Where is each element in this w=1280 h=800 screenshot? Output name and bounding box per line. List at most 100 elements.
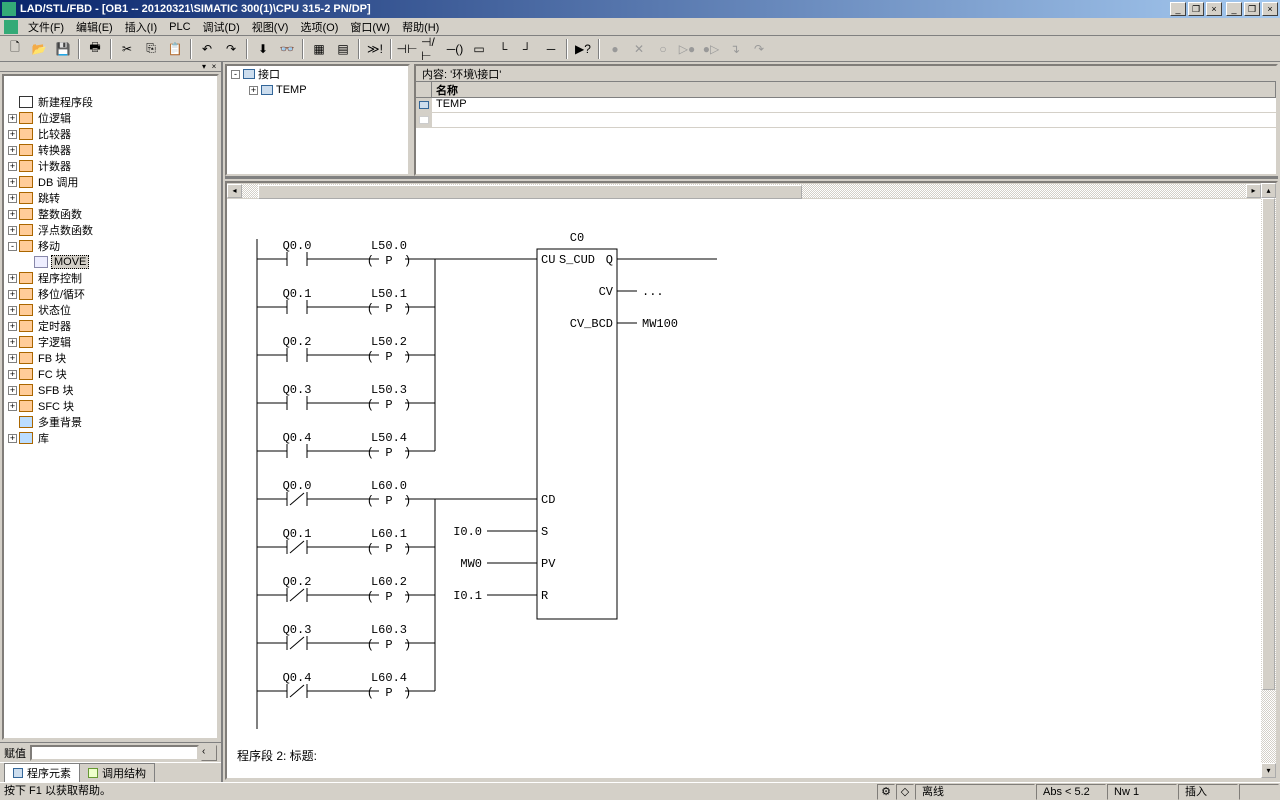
tree-item[interactable]: +字逻辑 bbox=[4, 334, 217, 350]
folder-icon bbox=[19, 208, 33, 220]
tree-item[interactable]: +库 bbox=[4, 430, 217, 446]
horizontal-scrollbar[interactable]: ◂ ▸ bbox=[227, 183, 1261, 199]
menu-insert[interactable]: 插入(I) bbox=[119, 19, 163, 35]
tree-item[interactable]: +定时器 bbox=[4, 318, 217, 334]
bp-set-button[interactable]: ● bbox=[604, 38, 626, 60]
tree-item[interactable]: +DB 调用 bbox=[4, 174, 217, 190]
vertical-scrollbar[interactable]: ▴ ▾ bbox=[1261, 183, 1276, 778]
tree-item[interactable]: +移位/循环 bbox=[4, 286, 217, 302]
mdi-restore-button[interactable]: ❐ bbox=[1188, 2, 1204, 16]
bp-enable-button[interactable]: ○ bbox=[652, 38, 674, 60]
branch-open-button[interactable]: └ bbox=[492, 38, 514, 60]
copy-button[interactable]: ⎘ bbox=[140, 38, 162, 60]
tree-item[interactable]: +状态位 bbox=[4, 302, 217, 318]
menu-edit[interactable]: 编辑(E) bbox=[70, 19, 119, 35]
tree-item[interactable]: +位逻辑 bbox=[4, 110, 217, 126]
scroll-left-button[interactable]: ◂ bbox=[227, 184, 242, 198]
interface-table-body[interactable]: TEMP bbox=[416, 98, 1276, 174]
print-button[interactable]: 🖶 bbox=[84, 38, 106, 60]
table-row[interactable]: TEMP bbox=[416, 98, 1276, 113]
new-button[interactable]: 🗋 bbox=[4, 38, 26, 60]
help-pointer-button[interactable]: ▶? bbox=[572, 38, 594, 60]
tree-item[interactable]: +比较器 bbox=[4, 126, 217, 142]
status-insert: 插入 bbox=[1178, 784, 1238, 800]
tree-item[interactable]: MOVE bbox=[4, 254, 217, 270]
box-button[interactable]: ▭ bbox=[468, 38, 490, 60]
menu-debug[interactable]: 调试(D) bbox=[197, 19, 246, 35]
tree-item[interactable]: +整数函数 bbox=[4, 206, 217, 222]
right-panel: -接口 +TEMP 内容: '环境\接口' 名称 TEMP ◂ ▸ bbox=[223, 62, 1280, 782]
tab-call-structure[interactable]: 调用结构 bbox=[79, 763, 155, 782]
interface-tree[interactable]: -接口 +TEMP bbox=[225, 64, 410, 176]
tree-item[interactable]: +转换器 bbox=[4, 142, 217, 158]
svg-text:P: P bbox=[385, 590, 392, 604]
redo-button[interactable]: ↷ bbox=[220, 38, 242, 60]
tab-program-elements[interactable]: 程序元素 bbox=[4, 763, 80, 782]
bp-delete-button[interactable]: ✕ bbox=[628, 38, 650, 60]
tree-item[interactable]: +SFB 块 bbox=[4, 382, 217, 398]
save-button[interactable]: 💾 bbox=[52, 38, 74, 60]
tree-item[interactable]: +程序控制 bbox=[4, 270, 217, 286]
menu-options[interactable]: 选项(O) bbox=[294, 19, 344, 35]
monitor-button[interactable]: 👓 bbox=[276, 38, 298, 60]
contact-nc-button[interactable]: ⊣/⊢ bbox=[420, 38, 442, 60]
menu-help[interactable]: 帮助(H) bbox=[396, 19, 445, 35]
menu-window[interactable]: 窗口(W) bbox=[344, 19, 396, 35]
tree-item[interactable]: 多重背景 bbox=[4, 414, 217, 430]
menu-file[interactable]: 文件(F) bbox=[22, 19, 70, 35]
undo-button[interactable]: ↶ bbox=[196, 38, 218, 60]
goto-button[interactable]: ≫! bbox=[364, 38, 386, 60]
branch-close-button[interactable]: ┘ bbox=[516, 38, 538, 60]
contact-no-button[interactable]: ⊣⊢ bbox=[396, 38, 418, 60]
cut-button[interactable]: ✂ bbox=[116, 38, 138, 60]
column-name: 名称 bbox=[432, 82, 1276, 97]
tree-item[interactable]: 新建程序段 bbox=[4, 94, 217, 110]
menu-plc[interactable]: PLC bbox=[163, 21, 196, 33]
tree-item[interactable]: -移动 bbox=[4, 238, 217, 254]
open-button[interactable]: 📂 bbox=[28, 38, 50, 60]
document-icon[interactable] bbox=[4, 20, 18, 34]
mdi-close-button[interactable]: × bbox=[1206, 2, 1222, 16]
interface-temp[interactable]: +TEMP bbox=[227, 82, 408, 98]
tree-item[interactable]: +浮点数函数 bbox=[4, 222, 217, 238]
tree-item[interactable]: +FB 块 bbox=[4, 350, 217, 366]
menu-view[interactable]: 视图(V) bbox=[246, 19, 295, 35]
svg-text:MW100: MW100 bbox=[642, 317, 678, 331]
tree-item[interactable]: +计数器 bbox=[4, 158, 217, 174]
assign-expand-button[interactable]: ‹ bbox=[201, 745, 217, 761]
connection-button[interactable]: ─ bbox=[540, 38, 562, 60]
hscroll-thumb[interactable] bbox=[258, 185, 802, 199]
ladder-content[interactable]: Q0.0L50.0(P)Q0.1L50.1(P)Q0.2L50.2(P)Q0.3… bbox=[227, 199, 1261, 778]
vscroll-thumb[interactable] bbox=[1262, 198, 1275, 690]
close-button[interactable]: × bbox=[1262, 2, 1278, 16]
ladder-diagram[interactable]: Q0.0L50.0(P)Q0.1L50.1(P)Q0.2L50.2(P)Q0.3… bbox=[237, 209, 957, 749]
tree-item[interactable]: +SFC 块 bbox=[4, 398, 217, 414]
coil-button[interactable]: ─() bbox=[444, 38, 466, 60]
step-over-button[interactable]: ↷ bbox=[748, 38, 770, 60]
restore-button[interactable]: ❐ bbox=[1244, 2, 1260, 16]
step-into-button[interactable]: ↴ bbox=[724, 38, 746, 60]
minimize-button[interactable]: _ bbox=[1226, 2, 1242, 16]
element-tree[interactable]: 新建程序段+位逻辑+比较器+转换器+计数器+DB 调用+跳转+整数函数+浮点数函… bbox=[2, 74, 219, 740]
tree-item[interactable]: +FC 块 bbox=[4, 366, 217, 382]
paste-button[interactable]: 📋 bbox=[164, 38, 186, 60]
scroll-up-button[interactable]: ▴ bbox=[1261, 183, 1276, 198]
svg-text:): ) bbox=[404, 398, 411, 412]
bp-next-button[interactable]: ▷● bbox=[676, 38, 698, 60]
tree-item[interactable]: +跳转 bbox=[4, 190, 217, 206]
download-button[interactable]: ⬇ bbox=[252, 38, 274, 60]
table-row-empty[interactable] bbox=[416, 113, 1276, 128]
scroll-down-button[interactable]: ▾ bbox=[1261, 763, 1276, 778]
ladder-editor[interactable]: ◂ ▸ ▴ ▾ Q0.0L50.0(P)Q0.1L50.1(P)Q0.2L50.… bbox=[225, 181, 1278, 780]
svg-text:P: P bbox=[385, 638, 392, 652]
catalog-button[interactable]: ▦ bbox=[308, 38, 330, 60]
scroll-right-button[interactable]: ▸ bbox=[1246, 184, 1261, 198]
bp-resume-button[interactable]: ●▷ bbox=[700, 38, 722, 60]
interface-root[interactable]: -接口 bbox=[227, 66, 408, 82]
assign-input[interactable] bbox=[30, 745, 199, 761]
reference-button[interactable]: ▤ bbox=[332, 38, 354, 60]
panel-close-icon[interactable]: × bbox=[209, 63, 219, 71]
pin-icon[interactable]: ▾ bbox=[199, 63, 209, 71]
mdi-minimize-button[interactable]: _ bbox=[1170, 2, 1186, 16]
interface-table: 内容: '环境\接口' 名称 TEMP bbox=[414, 64, 1278, 176]
